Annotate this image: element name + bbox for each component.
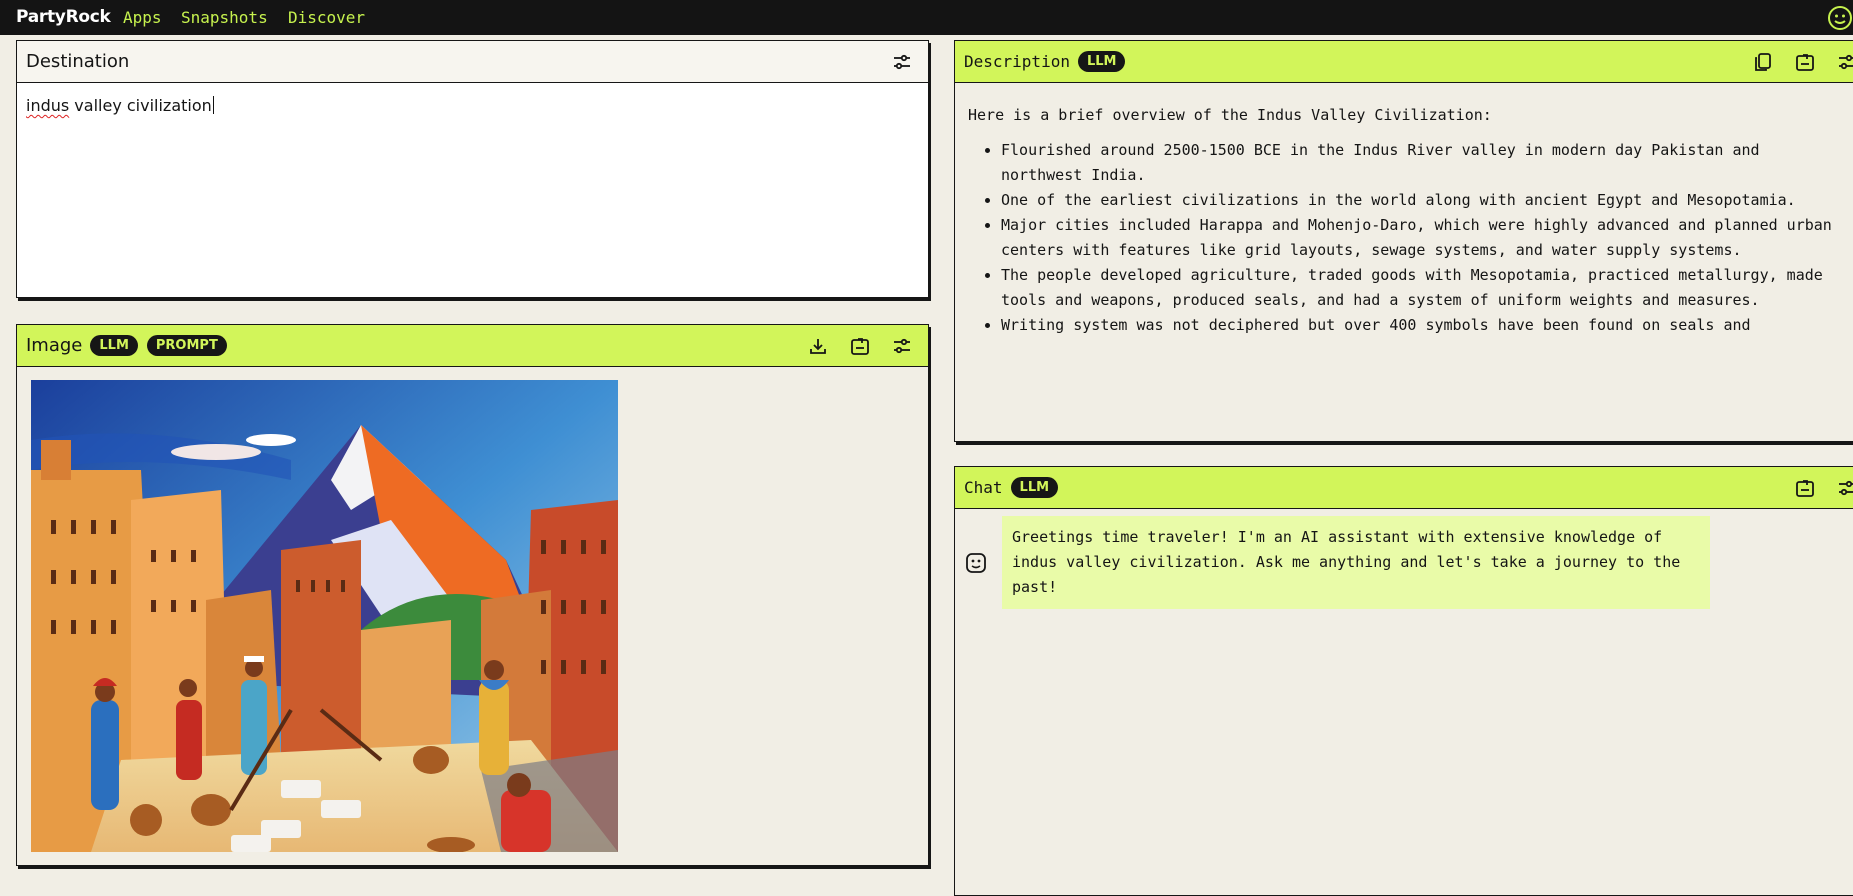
top-nav-bar: PartyRock Apps Snapshots Discover	[0, 0, 1853, 35]
image-header: Image LLM PROMPT	[17, 325, 928, 367]
llm-badge: LLM	[90, 335, 138, 356]
description-title: Description	[964, 52, 1070, 71]
export-icon[interactable]	[848, 334, 872, 358]
destination-header: Destination	[17, 41, 928, 83]
description-intro: Here is a brief overview of the Indus Va…	[968, 106, 1492, 124]
text-caret	[212, 96, 214, 114]
user-avatar-icon[interactable]	[1827, 5, 1853, 31]
llm-badge: LLM	[1077, 51, 1126, 72]
description-bullet: One of the earliest civilizations in the…	[1001, 188, 1847, 213]
destination-value: indus valley civilization	[26, 96, 214, 115]
description-bullet: Flourished around 2500-1500 BCE in the I…	[1001, 138, 1847, 188]
chat-history: Greetings time traveler! I'm an AI assis…	[955, 509, 1853, 895]
description-bullet: Writing system was not deciphered but ov…	[1001, 313, 1847, 338]
description-bullet: Major cities included Harappa and Mohenj…	[1001, 213, 1847, 263]
destination-value-rest: valley civilization	[69, 96, 212, 115]
assistant-message: Greetings time traveler! I'm an AI assis…	[1002, 516, 1710, 609]
export-icon[interactable]	[1793, 476, 1817, 500]
destination-value-word: indus	[26, 96, 70, 115]
export-icon[interactable]	[1793, 50, 1817, 74]
chat-header: Chat LLM	[955, 467, 1853, 509]
nav-link-snapshots[interactable]: Snapshots	[181, 8, 268, 27]
image-output	[17, 367, 928, 865]
llm-badge: LLM	[1010, 477, 1059, 498]
destination-title: Destination	[26, 51, 130, 72]
image-widget: Image LLM PROMPT	[16, 324, 929, 866]
image-title: Image	[26, 335, 83, 356]
settings-sliders-icon[interactable]	[890, 50, 914, 74]
description-bullet: The people developed agriculture, traded…	[1001, 263, 1847, 313]
prompt-badge[interactable]: PROMPT	[146, 335, 227, 356]
bot-avatar-icon	[966, 553, 986, 573]
nav-link-apps[interactable]: Apps	[123, 8, 162, 27]
chat-title: Chat	[964, 478, 1003, 497]
nav-link-discover[interactable]: Discover	[288, 8, 365, 27]
settings-sliders-icon[interactable]	[890, 334, 914, 358]
copy-icon[interactable]	[1751, 50, 1775, 74]
destination-input[interactable]: indus valley civilization	[17, 83, 928, 297]
download-icon[interactable]	[806, 334, 830, 358]
destination-widget: Destination indus valley civilization	[16, 40, 929, 298]
partyrock-logo[interactable]: PartyRock	[16, 7, 111, 27]
settings-sliders-icon[interactable]	[1835, 50, 1853, 74]
description-list: Flourished around 2500-1500 BCE in the I…	[968, 138, 1847, 338]
description-widget: Description LLM Here is a brief overview…	[954, 40, 1853, 442]
chat-widget: Chat LLM Greetings time traveler! I'm an…	[954, 466, 1853, 896]
description-header: Description LLM	[955, 41, 1853, 83]
generated-image	[31, 380, 618, 852]
description-output: Here is a brief overview of the Indus Va…	[955, 83, 1853, 441]
settings-sliders-icon[interactable]	[1835, 476, 1853, 500]
